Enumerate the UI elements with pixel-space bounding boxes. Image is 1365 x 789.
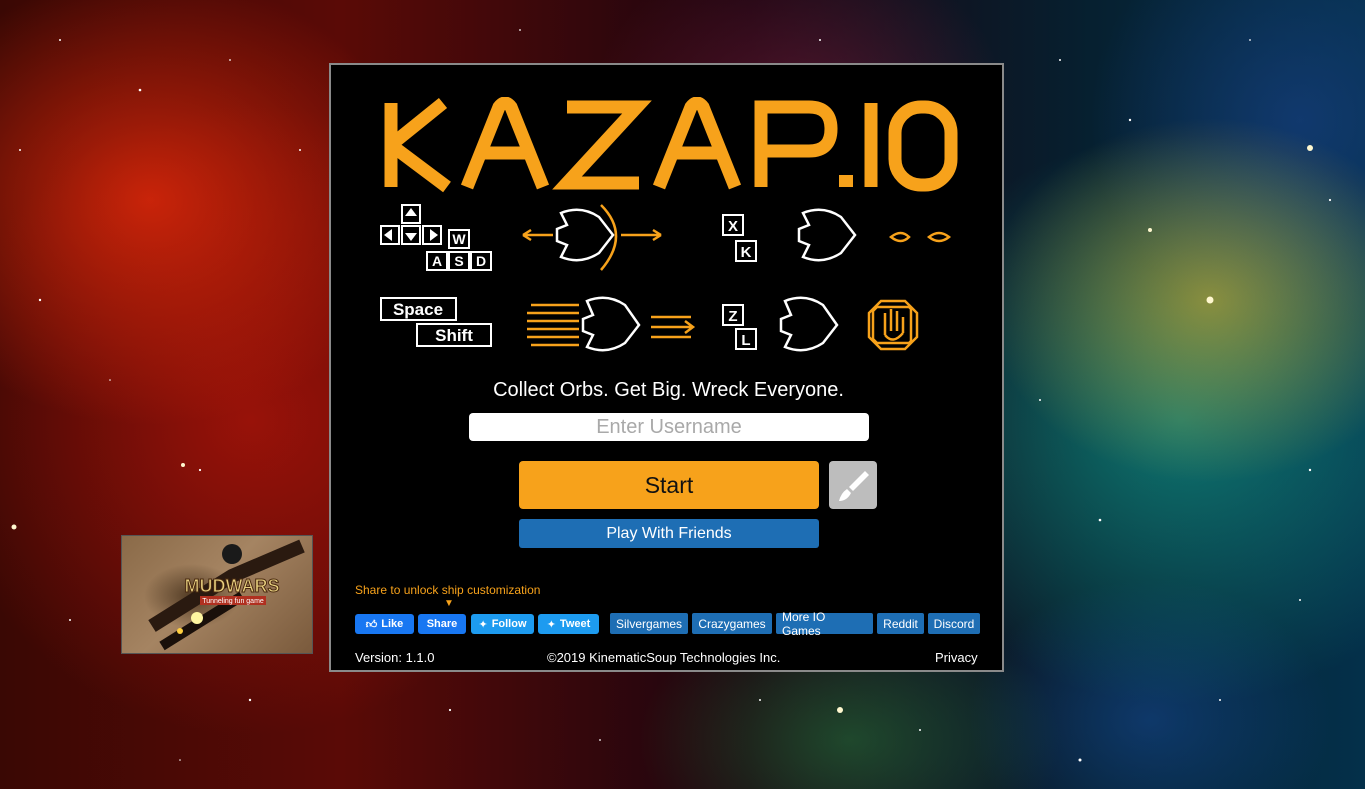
facebook-share-button[interactable]: Share [418,614,466,634]
ship-shoot-icon [797,208,857,262]
tagline: Collect Orbs. Get Big. Wreck Everyone. [493,379,844,401]
key-a: A [432,253,442,269]
stop-hand-icon [867,299,919,351]
key-s: S [454,253,463,269]
username-input[interactable] [469,413,869,441]
thumbs-up-icon: 👍︎ [365,618,378,631]
link-crazygames[interactable]: Crazygames [692,613,772,634]
start-button[interactable]: Start [519,461,819,509]
ship-move-icon [555,208,615,262]
main-menu-panel: W A S D X K Space Shift Z L Collect Orbs… [329,63,1004,672]
mudwars-title: MUDWARS [185,576,280,596]
key-w: W [452,231,466,247]
key-space: Space [393,300,443,319]
mudwars-promo[interactable]: MUDWARS Tunneling fun game [121,535,313,654]
link-more-io-games[interactable]: More IO Games [776,610,873,638]
kazap-logo [384,97,958,193]
privacy-link[interactable]: Privacy [935,650,978,665]
twitter-bird-icon: ✦ [478,618,488,631]
play-with-friends-button[interactable]: Play With Friends [519,519,819,548]
key-shift: Shift [435,326,473,345]
customize-button[interactable] [829,461,877,509]
link-silvergames[interactable]: Silvergames [610,613,688,634]
link-discord[interactable]: Discord [928,613,980,634]
twitter-follow-button[interactable]: ✦ Follow [471,614,534,634]
share-unlock-note: Share to unlock ship customization [355,583,541,597]
share-arrow-icon: ▼ [444,598,454,609]
mudwars-artwork: MUDWARS Tunneling fun game [148,539,305,651]
key-z: Z [728,308,737,325]
mudwars-subtitle: Tunneling fun game [202,598,264,605]
ship-boost-icon [581,296,641,352]
key-d: D [476,253,486,269]
key-l: L [741,332,750,349]
paintbrush-icon [839,471,869,501]
key-k: K [741,244,752,261]
link-reddit[interactable]: Reddit [877,613,924,634]
copyright-label: ©2019 KinematicSoup Technologies Inc. [547,650,781,665]
twitter-bird-icon: ✦ [546,618,556,631]
key-x: X [728,218,738,235]
version-label: Version: 1.1.0 [355,650,435,665]
twitter-tweet-button[interactable]: ✦ Tweet [538,614,599,634]
facebook-like-button[interactable]: 👍︎ Like [355,614,414,634]
ship-stop-icon [779,296,839,352]
